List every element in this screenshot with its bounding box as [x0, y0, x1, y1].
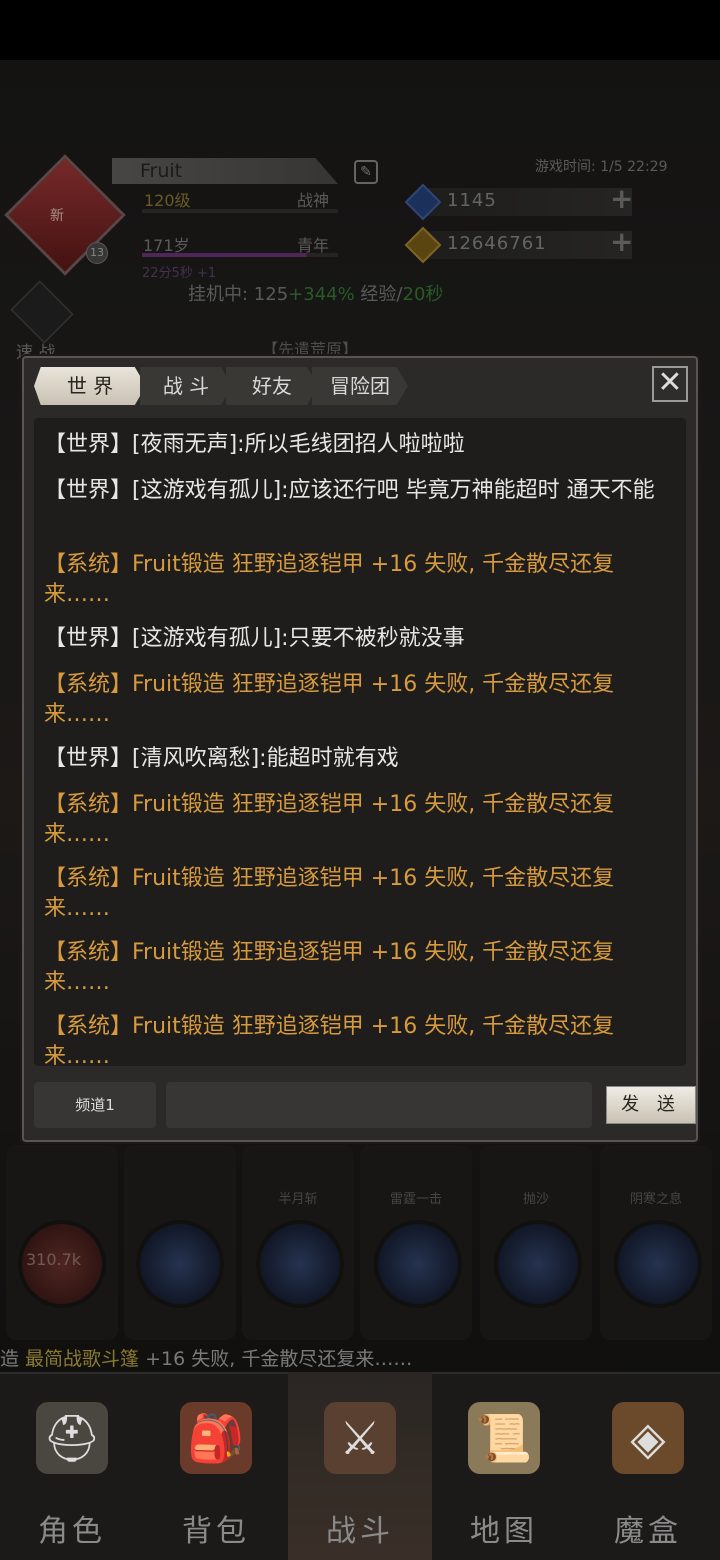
- nav-label: 地图: [470, 1514, 538, 1549]
- chat-message: 【世界】[清风吹离愁]:能超时就有戏: [44, 746, 399, 771]
- tab-adventure-team[interactable]: 冒险团: [312, 367, 408, 405]
- skill-name-4: 雷霆一击: [389, 1192, 442, 1207]
- chat-message: 【系统】Fruit锻造 狂野追逐铠甲 +16 失败, 千金散尽还复来……: [44, 1014, 615, 1066]
- ticker-suffix: +16 失败, 千金散尽还复来……: [139, 1348, 413, 1370]
- edit-name-icon[interactable]: ✎: [354, 160, 378, 184]
- chat-message: 【系统】Fruit锻造 狂野追逐铠甲 +16 失败, 千金散尽还复来……: [44, 552, 615, 607]
- avatar-level-badge: 13: [86, 242, 108, 264]
- sword-skill-icon[interactable]: [136, 1220, 224, 1308]
- nav-label: 角色: [38, 1514, 106, 1549]
- channel-select-button[interactable]: 频道1: [34, 1082, 156, 1128]
- add-gold-button[interactable]: +: [610, 225, 633, 258]
- ticker-prefix: 造: [0, 1348, 26, 1370]
- nav-label: 魔盒: [614, 1514, 682, 1549]
- nav-item-magic-box[interactable]: ◈ 魔盒: [576, 1372, 720, 1560]
- send-button[interactable]: 发 送: [606, 1086, 696, 1124]
- skill-name-5: 抛沙: [522, 1192, 549, 1207]
- age-bar: [142, 253, 338, 257]
- chat-message-list[interactable]: 【世界】[夜雨无声]:所以毛线团招人啦啦啦 【世界】[这游戏有孤儿]:应该还行吧…: [34, 418, 686, 1066]
- chat-message: 【世界】[这游戏有孤儿]:只要不被秒就没事: [44, 626, 465, 651]
- nav-item-character[interactable]: ⛑ 角色: [0, 1372, 144, 1560]
- idle-bonus: +344%: [288, 284, 355, 305]
- chat-input[interactable]: [166, 1082, 592, 1128]
- chat-message: 【系统】Fruit锻造 狂野追逐铠甲 +16 失败, 千金散尽还复来……: [44, 940, 615, 995]
- nav-item-bag[interactable]: 🎒 背包: [144, 1372, 288, 1560]
- half-moon-slash-icon[interactable]: [256, 1220, 344, 1308]
- scroll-map-icon: 📜: [468, 1402, 540, 1474]
- system-ticker: 造 最简战歌斗篷 +16 失败, 千金散尽还复来……: [0, 1344, 720, 1371]
- skill-name-3: 半月斩: [278, 1192, 318, 1207]
- exp-bar: [142, 209, 338, 213]
- nav-item-map[interactable]: 📜 地图: [432, 1372, 576, 1560]
- sand-throw-icon[interactable]: [494, 1220, 582, 1308]
- add-gems-button[interactable]: +: [610, 182, 633, 215]
- chat-message: 【系统】Fruit锻造 狂野追逐铠甲 +16 失败, 千金散尽还复来……: [44, 672, 615, 727]
- chat-message: 【世界】[这游戏有孤儿]:应该还行吧 毕竟万神能超时 通天不能: [44, 478, 655, 503]
- chat-message: 【世界】[夜雨无声]:所以毛线团招人啦啦啦: [44, 432, 465, 457]
- nav-item-battle[interactable]: ⚔ 战斗: [288, 1372, 432, 1560]
- backpack-icon: 🎒: [180, 1402, 252, 1474]
- gem-count: 1145: [447, 190, 497, 211]
- magic-box-icon: ◈: [612, 1402, 684, 1474]
- skill-name-6: 阴寒之息: [629, 1192, 682, 1207]
- lifespan-gain: 22分5秒 +1: [142, 266, 217, 281]
- helmet-icon: ⛑: [36, 1402, 108, 1474]
- nav-label: 战斗: [326, 1514, 394, 1549]
- sword-shield-icon: ⚔: [324, 1402, 396, 1474]
- idle-prefix: 挂机中: 125: [188, 284, 289, 305]
- tab-world[interactable]: 世 界: [34, 367, 146, 405]
- thunder-strike-icon[interactable]: [374, 1220, 462, 1308]
- hp-orb-value: 310.7k: [26, 1250, 82, 1269]
- player-name: Fruit: [140, 160, 183, 182]
- ticker-item: 最简战歌斗篷: [25, 1348, 140, 1370]
- nav-label: 背包: [182, 1514, 250, 1549]
- idle-time: 20秒: [402, 284, 444, 305]
- gold-count: 12646761: [447, 233, 547, 254]
- idle-status: 挂机中: 125+344% 经验/20秒: [188, 280, 443, 306]
- game-time: 游戏时间: 1/5 22:29: [535, 159, 668, 175]
- tab-battle[interactable]: 战 斗: [140, 367, 232, 405]
- player-rank: 战神: [297, 191, 330, 210]
- tab-friends[interactable]: 好友: [226, 367, 318, 405]
- player-level: 120级: [144, 191, 191, 210]
- chat-message: 【系统】Fruit锻造 狂野追逐铠甲 +16 失败, 千金散尽还复来……: [44, 792, 615, 847]
- close-icon[interactable]: ✕: [652, 366, 688, 402]
- status-bar: [0, 0, 720, 60]
- chat-message: 【系统】Fruit锻造 狂野追逐铠甲 +16 失败, 千金散尽还复来……: [44, 866, 615, 921]
- idle-mid: 经验/: [354, 284, 403, 305]
- avatar-new-tag: 新: [50, 208, 64, 224]
- frost-breath-icon[interactable]: [614, 1220, 702, 1308]
